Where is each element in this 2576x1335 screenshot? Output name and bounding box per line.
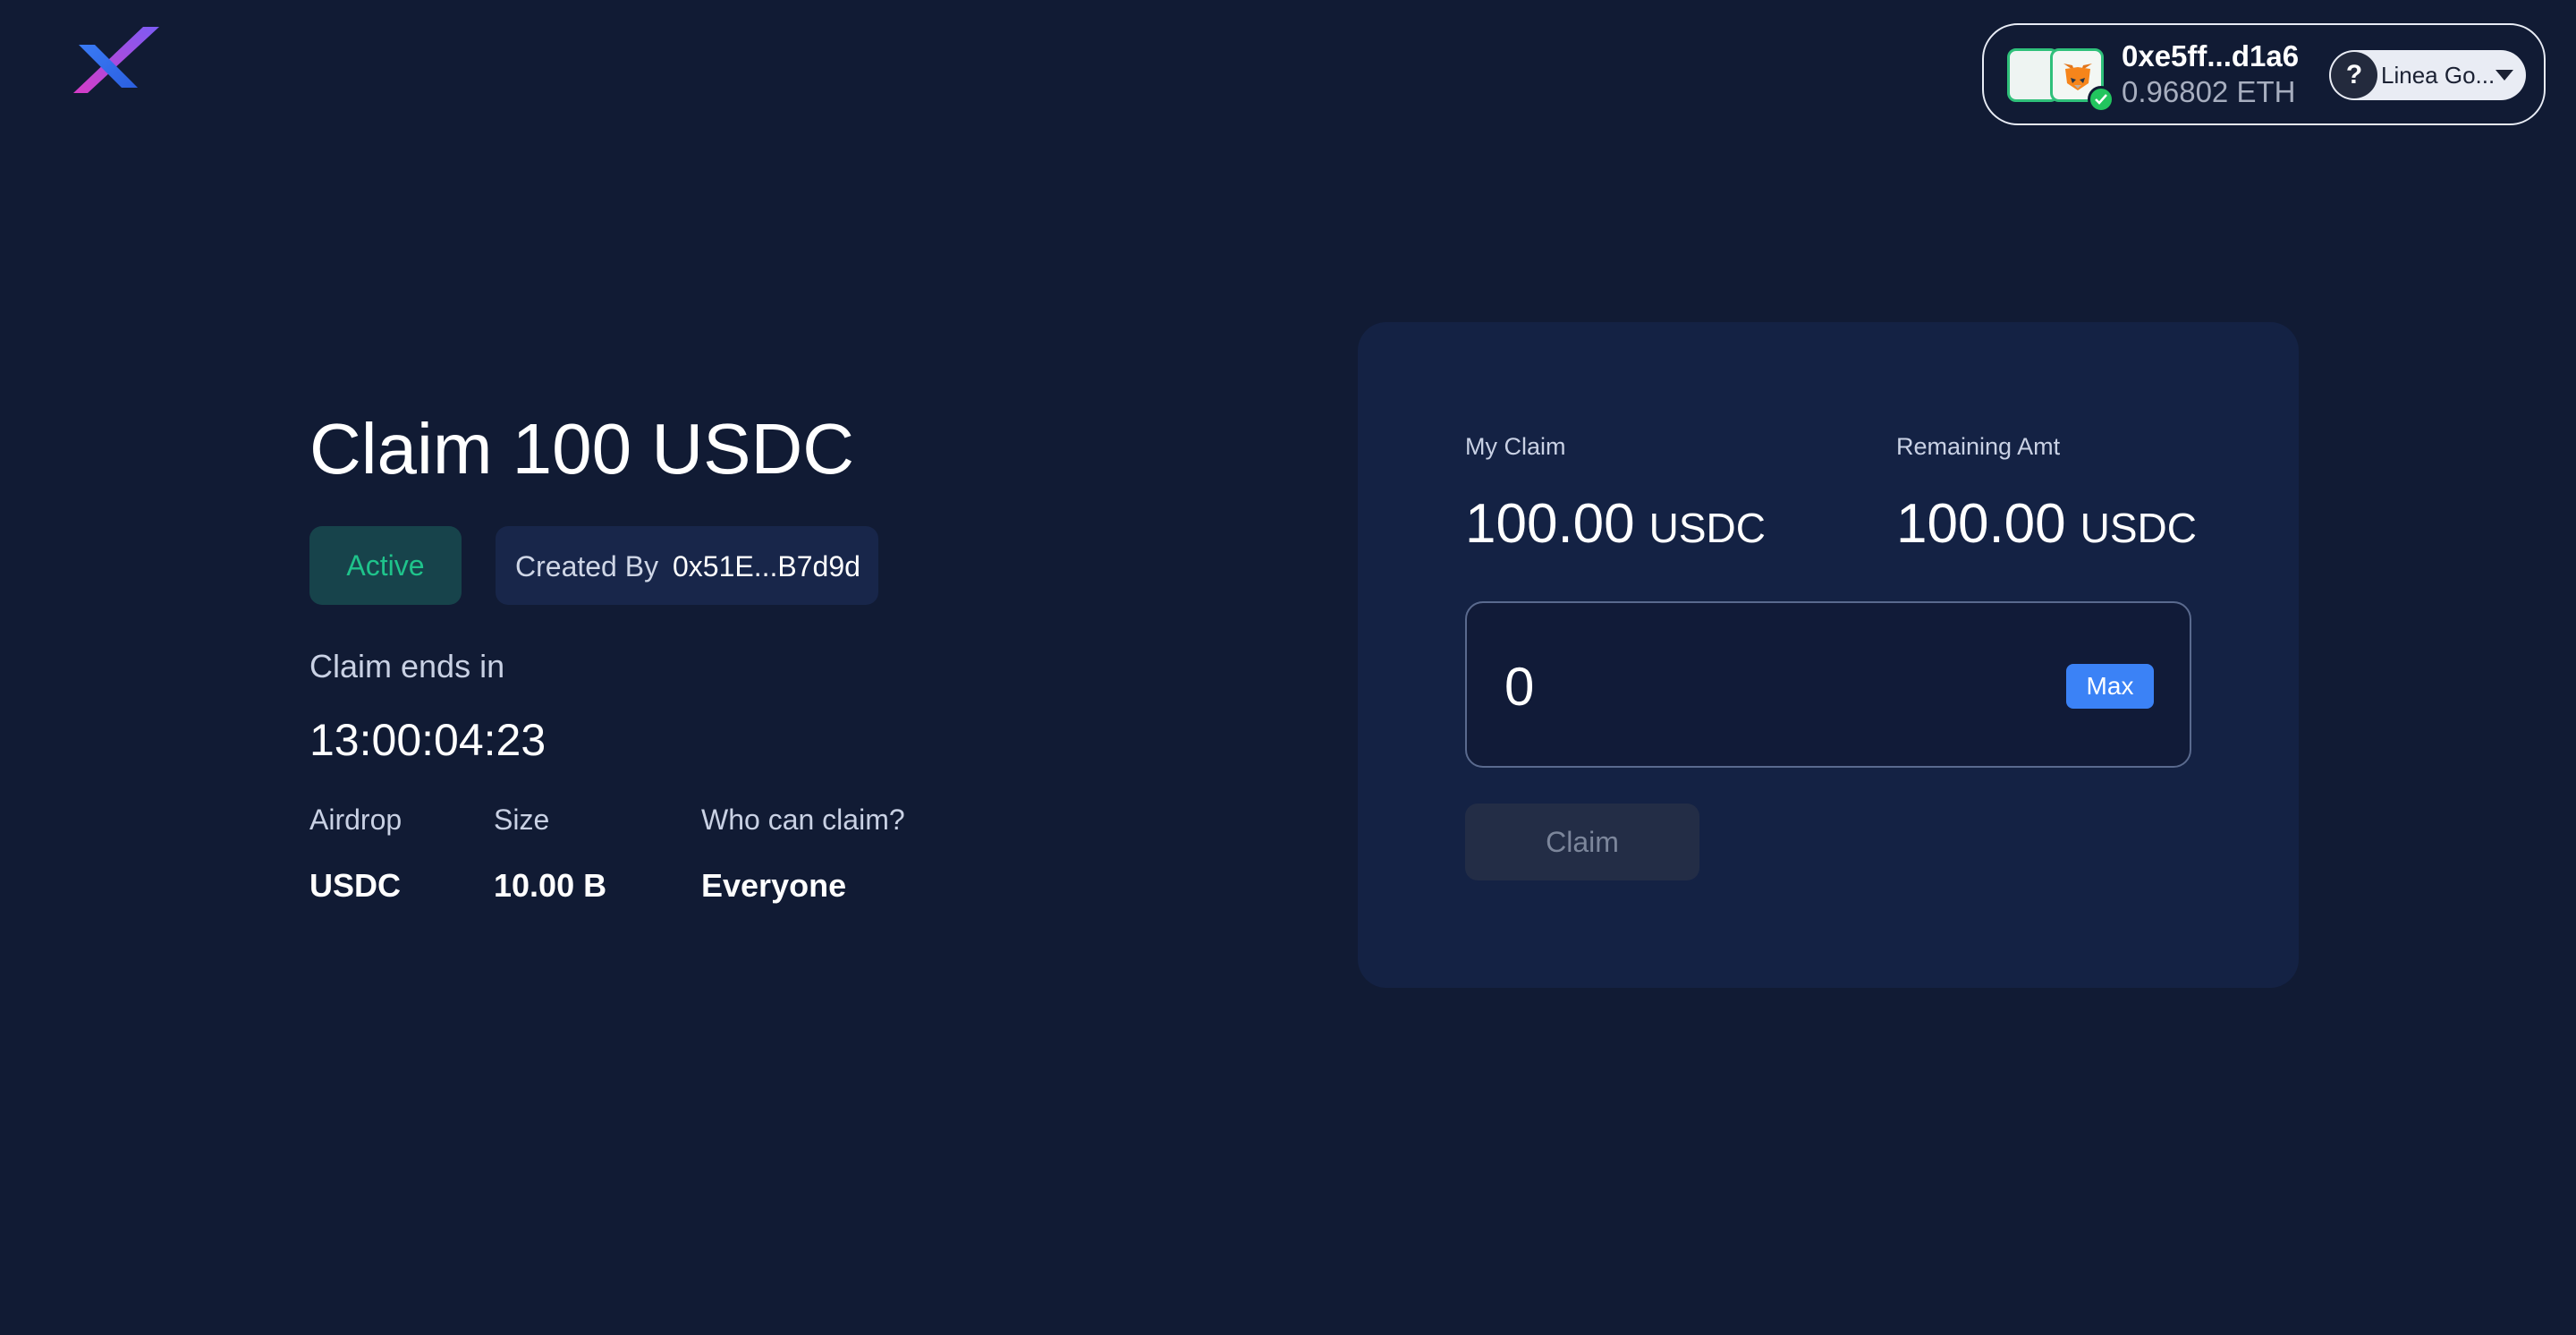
remaining-amount-label: Remaining Amt bbox=[1896, 433, 2061, 460]
info-label: Size bbox=[494, 804, 550, 836]
my-claim-unit: USDC bbox=[1648, 505, 1766, 551]
info-value: 10.00 B bbox=[494, 867, 607, 904]
my-claim-label: My Claim bbox=[1465, 433, 1566, 460]
claim-ends-label: Claim ends in bbox=[309, 648, 505, 685]
countdown-timer: 13:00:04:23 bbox=[309, 715, 547, 765]
claim-amount-field[interactable]: Max bbox=[1465, 601, 2191, 768]
status-badge: Active bbox=[309, 526, 462, 605]
airdrop-claim-page: 0xe5ff...d1a6 0.96802 ETH ? Linea Go... … bbox=[0, 0, 2576, 1335]
question-icon: ? bbox=[2331, 52, 2377, 98]
remaining-unit: USDC bbox=[2080, 505, 2197, 551]
claim-amount-input[interactable] bbox=[1503, 650, 2043, 723]
remaining-amount-value: 100.00 USDC bbox=[1896, 492, 2197, 556]
network-selector[interactable]: ? Linea Go... bbox=[2329, 50, 2526, 100]
created-by-label: Created By bbox=[515, 550, 659, 582]
max-button[interactable]: Max bbox=[2066, 664, 2154, 709]
info-value: USDC bbox=[309, 867, 402, 904]
my-claim-value: 100.00 USDC bbox=[1465, 492, 1766, 556]
info-label: Who can claim? bbox=[701, 804, 905, 836]
creator-chip[interactable]: Created By 0x51E...B7d9d bbox=[496, 526, 878, 605]
claim-button[interactable]: Claim bbox=[1465, 804, 1699, 880]
wallet-connect-pill[interactable]: 0xe5ff...d1a6 0.96802 ETH ? Linea Go... bbox=[1982, 23, 2546, 125]
airdrop-token-info: Airdrop USDC bbox=[309, 804, 402, 905]
airdrop-eligibility-info: Who can claim? Everyone bbox=[701, 804, 905, 905]
x-logo-icon[interactable] bbox=[72, 25, 161, 97]
airdrop-size-info: Size 10.00 B bbox=[494, 804, 606, 905]
wallet-address: 0xe5ff...d1a6 bbox=[2122, 39, 2300, 72]
creator-address[interactable]: 0x51E...B7d9d bbox=[673, 550, 860, 583]
claim-card: My Claim 100.00 USDC Remaining Amt 100.00… bbox=[1358, 322, 2299, 988]
my-claim-amount: 100.00 bbox=[1465, 493, 1635, 555]
page-title: Claim 100 USDC bbox=[309, 409, 855, 489]
network-label: Linea Go... bbox=[2381, 62, 2496, 89]
info-label: Airdrop bbox=[309, 804, 402, 836]
check-icon bbox=[2088, 86, 2114, 113]
chevron-down-icon bbox=[2496, 70, 2513, 81]
wallet-balance: 0.96802 ETH bbox=[2122, 75, 2296, 108]
info-value: Everyone bbox=[701, 867, 847, 904]
remaining-amount: 100.00 bbox=[1896, 493, 2066, 555]
